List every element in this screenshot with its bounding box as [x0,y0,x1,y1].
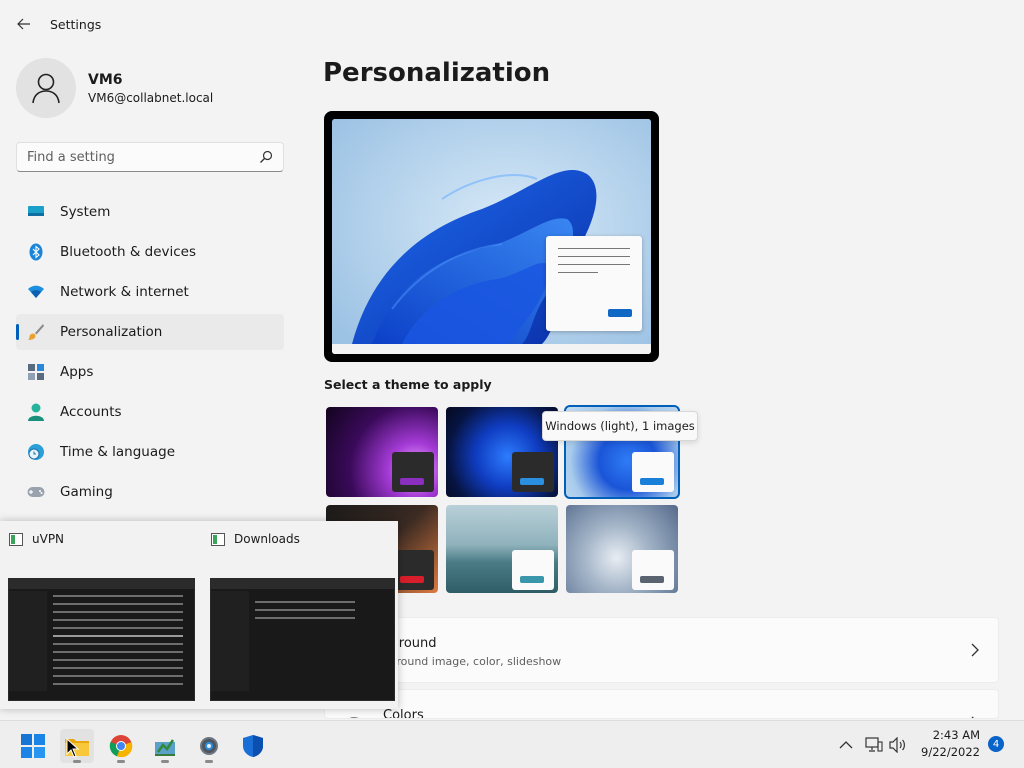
clock-date[interactable]: 9/22/2022 [910,745,980,759]
taskbar [0,720,1024,768]
title-bar: Settings [0,0,1024,48]
apps-icon [27,363,45,381]
gear-icon [200,737,218,755]
monitor-icon [27,203,45,221]
sidebar-item-personalization[interactable]: Personalization [16,314,284,350]
gamepad-icon [27,483,45,501]
clock-time[interactable]: 2:43 AM [920,728,980,742]
folder-icon [211,533,225,546]
preview-window-mockup [546,236,642,331]
sidebar-item-network[interactable]: Network & internet [16,274,284,310]
thumbnail-title: Downloads [234,532,300,546]
person-icon [27,403,45,421]
background-setting-card[interactable]: kground kground image, color, slideshow [324,617,999,683]
theme-flow[interactable] [446,505,558,593]
theme-tooltip: Windows (light), 1 images [542,411,698,441]
colors-setting-card[interactable]: Colors [324,689,999,719]
defender-taskbar-button[interactable] [236,729,270,763]
avatar[interactable] [16,58,76,118]
back-button[interactable] [12,12,36,36]
theme-sunrise[interactable] [566,505,678,593]
show-hidden-icons-button[interactable] [836,735,856,755]
card-title: Colors [383,708,424,719]
notification-badge[interactable]: 4 [988,736,1004,752]
chevron-right-icon [971,643,979,657]
sidebar-item-system[interactable]: System [16,194,284,230]
volume-tray-button[interactable] [888,735,908,755]
folder-icon [9,533,23,546]
sidebar-item-accounts[interactable]: Accounts [16,394,284,430]
network-wired-icon [865,737,883,752]
brush-icon [27,323,45,341]
search-icon[interactable] [259,150,273,164]
search-input[interactable] [17,143,247,171]
chevron-up-icon [839,741,853,749]
sidebar-item-bluetooth[interactable]: Bluetooth & devices [16,234,284,270]
user-name: VM6 [88,72,123,88]
network-tray-button[interactable] [864,735,884,755]
thumbnail-uvpn[interactable]: uVPN [0,521,198,709]
sidebar-nav: System Bluetooth & devices Network & int… [16,194,284,514]
theme-glow[interactable] [326,407,438,497]
chrome-taskbar-button[interactable] [104,729,138,763]
sidebar-item-label: System [60,204,111,220]
page-title: Personalization [323,58,551,88]
back-arrow-icon [17,18,30,30]
wallpaper-preview [332,119,651,354]
sidebar-item-time-language[interactable]: Time & language [16,434,284,470]
taskbar-thumbnail-popup: uVPN Downloads [0,521,398,709]
defender-shield-icon [243,735,263,757]
settings-app-icon [155,739,175,756]
theme-section-label: Select a theme to apply [324,377,492,392]
wifi-icon [27,283,45,301]
clock-globe-icon [27,443,45,461]
mouse-cursor-icon [66,738,80,758]
bluetooth-icon [27,243,45,261]
chevron-right-icon [971,716,974,718]
settings-taskbar-button[interactable] [192,729,226,763]
sidebar-item-label: Accounts [60,404,122,420]
sidebar-item-label: Personalization [60,324,163,340]
sidebar-item-label: Time & language [60,444,176,460]
thumbnail-downloads[interactable]: Downloads [202,521,400,709]
theme-preview [324,111,659,362]
palette-icon [349,717,359,718]
start-button[interactable] [16,729,50,763]
search-box [16,142,284,172]
sidebar-item-apps[interactable]: Apps [16,354,284,390]
start-icon [21,734,45,758]
window-title: Settings [50,17,102,32]
sidebar-item-label: Gaming [60,484,113,500]
thumbnail-preview [8,578,195,701]
card-subtitle: kground image, color, slideshow [383,655,562,668]
sidebar-item-label: Apps [60,364,94,380]
sidebar-item-gaming[interactable]: Gaming [16,474,284,510]
volume-icon [889,737,905,753]
sidebar-item-label: Bluetooth & devices [60,244,197,260]
user-email: VM6@collabnet.local [88,91,214,105]
settings-app-taskbar-button[interactable] [148,729,182,763]
chrome-icon [109,735,133,758]
person-icon [32,73,60,104]
sidebar-item-label: Network & internet [60,284,189,300]
thumbnail-title: uVPN [32,532,65,546]
thumbnail-preview [210,578,395,701]
